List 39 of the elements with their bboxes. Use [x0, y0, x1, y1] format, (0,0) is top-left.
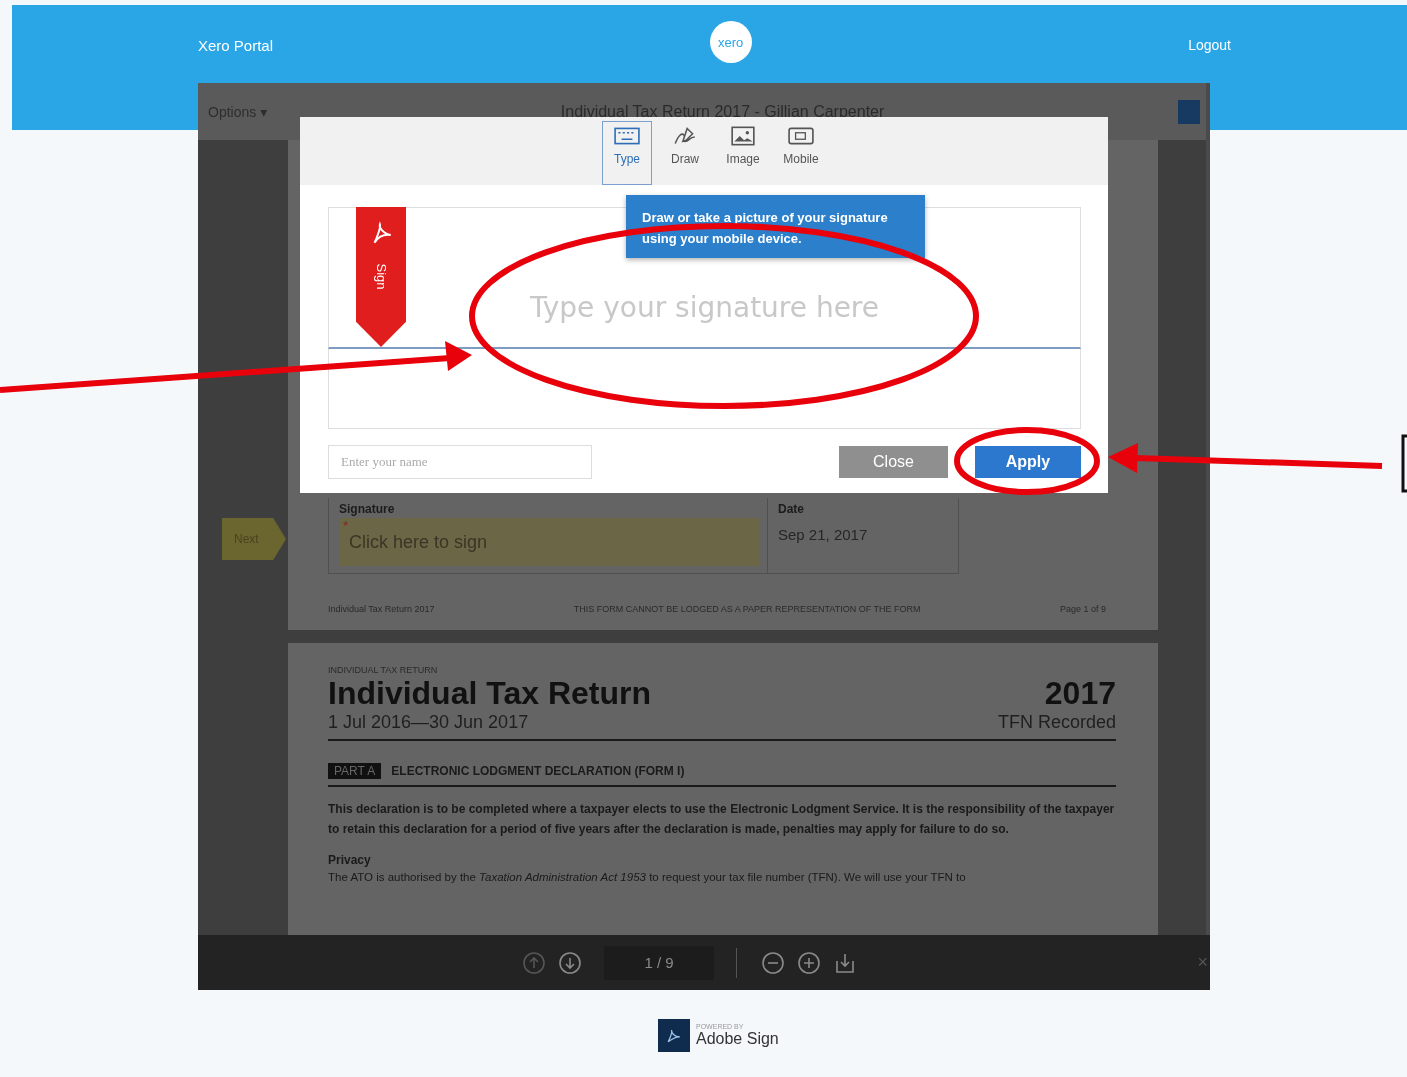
portal-title: Xero Portal: [198, 37, 274, 54]
mobile-tooltip: Draw or take a picture of your signature using your mobile device.: [626, 195, 925, 258]
mobile-icon: [788, 126, 814, 146]
signature-mode-tab[interactable]: Mobile: [776, 121, 826, 185]
privacy-heading: Privacy: [328, 853, 372, 867]
date-label: Date: [778, 502, 805, 516]
signature-mode-tab[interactable]: Draw: [660, 121, 710, 185]
tfn-status: TFN Recorded: [997, 712, 1116, 733]
logout-link[interactable]: Logout: [1188, 37, 1231, 53]
name-input[interactable]: Enter your name: [328, 445, 592, 479]
required-mark: *: [343, 518, 349, 533]
product-name: Adobe Sign: [696, 1030, 779, 1048]
apply-button[interactable]: Apply: [975, 446, 1081, 478]
part-tag: PART A: [328, 763, 382, 779]
zoom-out-icon[interactable]: [761, 950, 785, 975]
adobe-sign-logo: [658, 1019, 690, 1052]
privacy-paragraph: The ATO is authorised by the Taxation Administration Act 1953 to request your tax file number (TFN). We will use your TFN to: [328, 871, 967, 883]
signature-mode-tab[interactable]: Type: [602, 121, 652, 185]
zoom-in-icon[interactable]: [797, 950, 821, 975]
scrollbar[interactable]: [1206, 83, 1210, 935]
form-year: 2017: [1044, 675, 1116, 712]
pen-icon: [672, 126, 698, 146]
previous-page-icon[interactable]: [522, 950, 546, 975]
form-title: Individual Tax Return: [328, 675, 651, 712]
ribbon-label: Sign: [373, 263, 389, 290]
part-title: ELECTRONIC LODGMENT DECLARATION (FORM I): [391, 764, 685, 778]
signature-label: Signature: [339, 502, 396, 516]
close-button[interactable]: Close: [839, 446, 948, 478]
declaration-paragraph: This declaration is to be completed where a taxpayer elects to use the Electronic Lodgment Service. It is the responsibility of the taxpayer to retain this declaration for a period of five years after the declaration is made, penalties may apply for failure to do so.: [328, 801, 1116, 838]
image-icon: [730, 126, 756, 146]
xero-logo: xero: [709, 21, 752, 63]
panel-toggle-button[interactable]: [1178, 99, 1200, 124]
form-period: 1 Jul 2016—30 Jun 2017: [328, 712, 529, 733]
signature-mode-tab[interactable]: Image: [718, 121, 768, 185]
keyboard-icon: [614, 126, 640, 146]
annotation-frame: [1401, 434, 1407, 493]
next-page-icon[interactable]: [558, 950, 582, 975]
page-indicator[interactable]: 1 / 9: [604, 945, 714, 980]
date-value: Sep 21, 2017: [778, 526, 869, 543]
